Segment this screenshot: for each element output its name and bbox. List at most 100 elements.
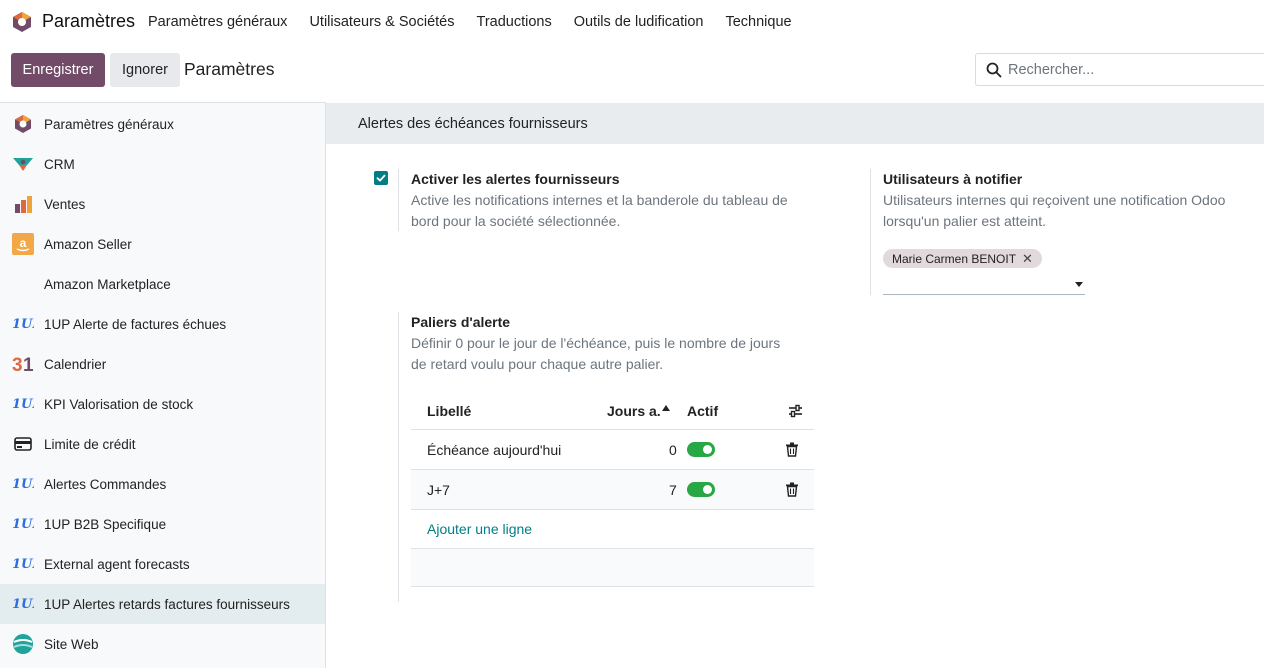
- save-button[interactable]: Enregistrer: [11, 53, 105, 87]
- table-row[interactable]: J+7 7: [411, 470, 814, 510]
- sort-asc-icon: [662, 405, 670, 411]
- search-input[interactable]: [1008, 60, 1258, 80]
- svg-text:a: a: [19, 236, 26, 250]
- website-icon: [11, 633, 34, 656]
- amazon-icon: a: [11, 233, 34, 256]
- sidebar-item-sales[interactable]: Ventes: [0, 184, 325, 224]
- dropdown-caret-icon[interactable]: [1075, 282, 1083, 287]
- sidebar-item-label: Amazon Seller: [44, 236, 132, 252]
- svg-text:1UP: 1UP: [12, 597, 34, 612]
- trash-icon[interactable]: [785, 442, 799, 457]
- column-label[interactable]: Libellé: [427, 403, 471, 419]
- setting-divider: [398, 312, 399, 602]
- sidebar-item-label: Paramètres généraux: [44, 116, 174, 132]
- trash-icon[interactable]: [785, 482, 799, 497]
- sidebar-item-label: Amazon Marketplace: [44, 276, 171, 292]
- 1up-icon: 1UP: [11, 553, 34, 576]
- sidebar-item-label: Limite de crédit: [44, 436, 136, 452]
- add-line-row: Ajouter une ligne: [411, 510, 814, 549]
- remove-tag-icon[interactable]: ✕: [1022, 251, 1033, 267]
- row-label[interactable]: Échéance aujourd'hui: [427, 442, 561, 458]
- topmenu-translations[interactable]: Traductions: [477, 14, 552, 30]
- optional-columns-icon[interactable]: [788, 404, 803, 418]
- column-active[interactable]: Actif: [687, 403, 718, 419]
- active-toggle[interactable]: [687, 442, 715, 457]
- app-name[interactable]: Paramètres: [42, 11, 135, 32]
- svg-text:1UP: 1UP: [12, 397, 34, 412]
- sidebar-item-amazon-seller[interactable]: a Amazon Seller: [0, 224, 325, 264]
- svg-text:1UP: 1UP: [12, 517, 34, 532]
- sidebar-item-1up-b2b[interactable]: 1UP 1UP B2B Specifique: [0, 504, 325, 544]
- sidebar-item-label: External agent forecasts: [44, 556, 190, 572]
- empty-row: [411, 549, 814, 587]
- topmenu-gamification[interactable]: Outils de ludification: [574, 14, 704, 30]
- sidebar-item-label: Alertes Commandes: [44, 476, 167, 492]
- section-title: Alertes des échéances fournisseurs: [358, 116, 588, 132]
- sales-icon: [11, 193, 34, 216]
- tiers-desc-1: Définir 0 pour le jour de l'échéance, pu…: [411, 335, 781, 351]
- sidebar-item-label: 1UP Alertes retards factures fournisseur…: [44, 596, 290, 612]
- discard-button[interactable]: Ignorer: [110, 53, 180, 87]
- users-many2many-input[interactable]: [883, 294, 1085, 295]
- 1up-icon: 1UP: [11, 593, 34, 616]
- user-tag-label: Marie Carmen BENOIT: [892, 251, 1017, 266]
- breadcrumb: Paramètres: [184, 59, 275, 79]
- sidebar-item-credit-limit[interactable]: Limite de crédit: [0, 424, 325, 464]
- svg-text:1UP: 1UP: [12, 477, 34, 492]
- row-label[interactable]: J+7: [427, 482, 450, 498]
- sidebar-item-order-alerts[interactable]: 1UP Alertes Commandes: [0, 464, 325, 504]
- topmenu-users-companies[interactable]: Utilisateurs & Sociétés: [309, 14, 454, 30]
- sidebar-item-label: CRM: [44, 156, 75, 172]
- top-menu: Paramètres généraux Utilisateurs & Socié…: [148, 14, 814, 30]
- svg-text:1UP: 1UP: [12, 557, 34, 572]
- active-toggle[interactable]: [687, 482, 715, 497]
- sidebar-item-website[interactable]: Site Web: [0, 624, 325, 664]
- user-tag[interactable]: Marie Carmen BENOIT ✕: [883, 249, 1042, 268]
- notify-users-desc-2: lorsqu'un palier est atteint.: [883, 213, 1046, 229]
- row-days[interactable]: 7: [669, 482, 677, 498]
- sidebar-item-1up-invoice-alert[interactable]: 1UP 1UP Alerte de factures échues: [0, 304, 325, 344]
- notify-users-title: Utilisateurs à notifier: [883, 171, 1023, 187]
- topmenu-general-settings[interactable]: Paramètres généraux: [148, 14, 287, 30]
- 1up-icon: 1UP: [11, 513, 34, 536]
- sidebar-item-kpi-stock[interactable]: 1UP KPI Valorisation de stock: [0, 384, 325, 424]
- svg-text:3: 3: [12, 355, 23, 374]
- sidebar-item-label: 1UP B2B Specifique: [44, 516, 167, 532]
- tiers-desc-2: de retard voulu pour chaque autre palier…: [411, 356, 664, 372]
- add-line-link[interactable]: Ajouter une ligne: [427, 521, 532, 537]
- sidebar-item-external-agent-forecasts[interactable]: 1UP External agent forecasts: [0, 544, 325, 584]
- activate-alerts-desc-2: bord pour la société sélectionnée.: [411, 213, 621, 229]
- column-days[interactable]: Jours a.: [607, 403, 661, 419]
- 1up-icon: 1UP: [11, 473, 34, 496]
- settings-app-icon: [11, 113, 34, 136]
- search-box[interactable]: [975, 53, 1264, 86]
- credit-card-icon: [11, 433, 34, 456]
- row-days[interactable]: 0: [669, 442, 677, 458]
- activate-alerts-checkbox[interactable]: [374, 171, 388, 185]
- calendar-icon: 31: [11, 353, 34, 376]
- sidebar-item-general-settings[interactable]: Paramètres généraux: [0, 104, 325, 144]
- checkmark-icon: [376, 174, 386, 182]
- odoo-settings-logo-icon[interactable]: [11, 11, 33, 33]
- section-header: Alertes des échéances fournisseurs: [326, 103, 1264, 144]
- sidebar-item-crm[interactable]: CRM: [0, 144, 325, 184]
- top-navbar: Paramètres Paramètres généraux Utilisate…: [0, 0, 1264, 44]
- sidebar-item-label: Site Web: [44, 636, 99, 652]
- tiers-table-header: Libellé Jours a. Actif: [411, 392, 814, 430]
- settings-sidebar: Paramètres généraux CRM Ventes a Amazon …: [0, 102, 326, 668]
- sidebar-item-1up-supplier-alerts[interactable]: 1UP 1UP Alertes retards factures fournis…: [0, 584, 325, 624]
- activate-alerts-title: Activer les alertes fournisseurs: [411, 171, 620, 187]
- setting-divider: [398, 169, 399, 231]
- sidebar-item-calendar[interactable]: 31 Calendrier: [0, 344, 325, 384]
- setting-divider: [870, 169, 871, 295]
- sidebar-item-label: Ventes: [44, 196, 86, 212]
- activate-alerts-desc-1: Active les notifications internes et la …: [411, 192, 788, 208]
- sidebar-item-label: KPI Valorisation de stock: [44, 396, 194, 412]
- table-row[interactable]: Échéance aujourd'hui 0: [411, 430, 814, 470]
- tiers-title: Paliers d'alerte: [411, 314, 511, 330]
- sidebar-item-amazon-marketplace[interactable]: Amazon Marketplace: [0, 264, 325, 304]
- svg-text:1: 1: [23, 355, 34, 374]
- svg-text:1UP: 1UP: [12, 317, 34, 332]
- topmenu-technical[interactable]: Technique: [725, 14, 791, 30]
- sidebar-item-label: Calendrier: [44, 356, 107, 372]
